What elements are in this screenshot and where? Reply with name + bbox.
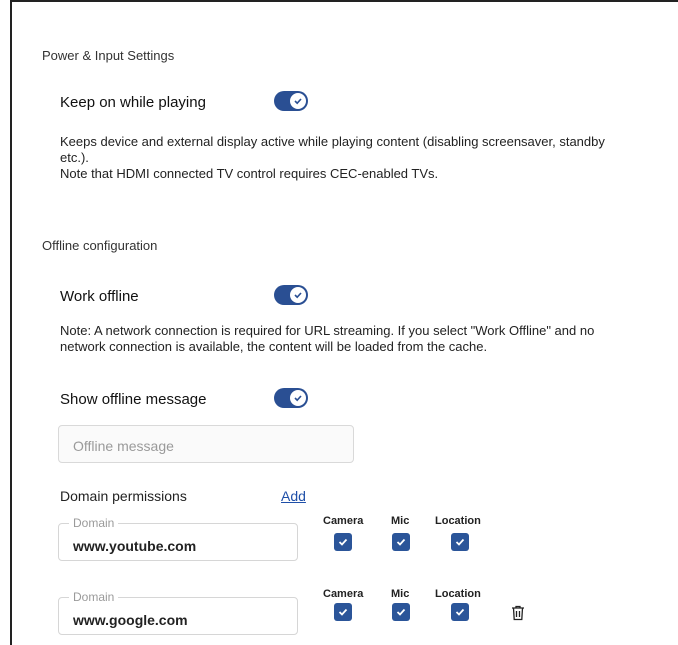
- location-checkbox[interactable]: [451, 533, 469, 551]
- camera-column-header: Camera: [323, 515, 364, 527]
- mic-checkbox[interactable]: [392, 603, 410, 621]
- offline-message-placeholder: Offline message: [73, 438, 174, 454]
- power-section-title: Power & Input Settings: [42, 48, 175, 63]
- trash-icon[interactable]: [511, 605, 525, 621]
- mic-column-header: Mic: [391, 588, 410, 600]
- check-icon: [455, 538, 465, 546]
- check-icon: [396, 608, 406, 616]
- check-icon: [396, 538, 406, 546]
- toggle-knob: [290, 390, 306, 406]
- domain-field-label: Domain: [69, 516, 119, 530]
- camera-column-header: Camera: [323, 588, 364, 600]
- show-offline-message-toggle[interactable]: [274, 388, 308, 408]
- domain-value: www.google.com: [73, 612, 188, 628]
- offline-section-title: Offline configuration: [42, 238, 158, 253]
- check-icon: [294, 292, 302, 299]
- mic-column-header: Mic: [391, 515, 410, 527]
- keep-on-description-line2: etc.).: [60, 150, 89, 165]
- domain-field-youtube[interactable]: Domain www.youtube.com: [58, 516, 298, 561]
- offline-message-input[interactable]: Offline message: [58, 425, 354, 463]
- keep-on-description-line3: Note that HDMI connected TV control requ…: [60, 166, 439, 181]
- domain-permissions-title: Domain permissions: [60, 488, 187, 504]
- check-icon: [294, 98, 302, 105]
- toggle-knob: [290, 93, 306, 109]
- domain-field-google[interactable]: Domain www.google.com: [58, 590, 298, 635]
- location-column-header: Location: [435, 515, 481, 527]
- domain-field-label: Domain: [69, 590, 119, 604]
- work-offline-note-line1: Note: A network connection is required f…: [60, 323, 595, 338]
- camera-checkbox[interactable]: [334, 603, 352, 621]
- settings-panel: Power & Input Settings Keep on while pla…: [10, 0, 678, 645]
- check-icon: [455, 608, 465, 616]
- work-offline-note-line2: network connection is available, the con…: [60, 339, 488, 354]
- work-offline-label: Work offline: [60, 288, 139, 305]
- keep-on-label: Keep on while playing: [60, 94, 206, 111]
- work-offline-toggle[interactable]: [274, 285, 308, 305]
- keep-on-toggle[interactable]: [274, 91, 308, 111]
- add-domain-link[interactable]: Add: [281, 488, 306, 504]
- keep-on-description-line1: Keeps device and external display active…: [60, 134, 605, 149]
- location-checkbox[interactable]: [451, 603, 469, 621]
- show-offline-message-label: Show offline message: [60, 391, 207, 408]
- check-icon: [338, 538, 348, 546]
- mic-checkbox[interactable]: [392, 533, 410, 551]
- domain-value: www.youtube.com: [73, 538, 197, 554]
- location-column-header: Location: [435, 588, 481, 600]
- camera-checkbox[interactable]: [334, 533, 352, 551]
- toggle-knob: [290, 287, 306, 303]
- check-icon: [294, 395, 302, 402]
- check-icon: [338, 608, 348, 616]
